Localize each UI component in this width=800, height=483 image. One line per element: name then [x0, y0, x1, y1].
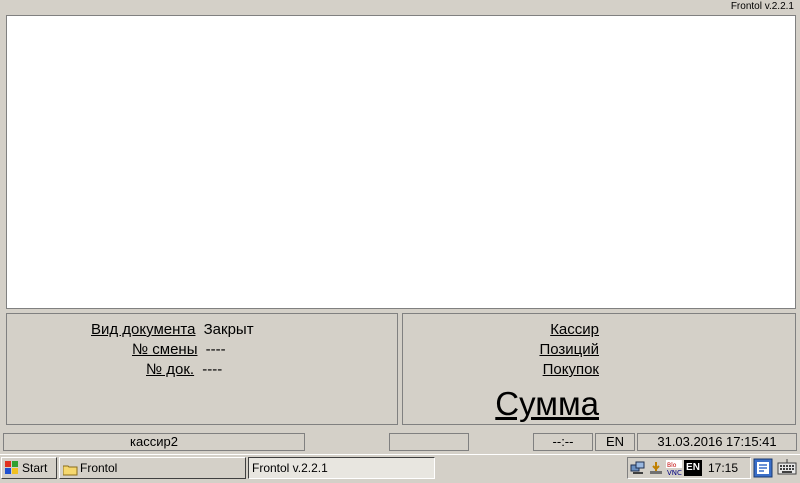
- sum-label: Сумма: [495, 385, 599, 422]
- keyboard-icon[interactable]: [777, 458, 797, 478]
- usb-icon[interactable]: [648, 460, 664, 476]
- taskbar: Start Frontol Frontol v.2.2.1 Blo VNC EN…: [0, 454, 800, 481]
- svg-text:VNC: VNC: [667, 469, 682, 476]
- taskbar-folder-frontol[interactable]: Frontol: [59, 457, 246, 479]
- doc-type-value: Закрыт: [203, 321, 254, 338]
- cashier-row: Кассир: [550, 321, 599, 339]
- taskbar-folder-label: Frontol: [80, 461, 118, 475]
- folder-icon: [62, 462, 78, 476]
- doc-type-row: Вид документа Закрыт: [91, 321, 254, 339]
- positions-row: Позиций: [539, 341, 599, 359]
- sum-row: Сумма: [495, 386, 599, 429]
- doc-type-label: Вид документа: [91, 321, 196, 338]
- doc-number-label: № док.: [146, 361, 195, 378]
- totals-panel: Кассир Позиций Покупок Сумма: [402, 313, 796, 425]
- system-tray: Blo VNC EN 17:15: [627, 457, 751, 479]
- status-language: EN: [595, 433, 635, 451]
- positions-label: Позиций: [539, 341, 599, 358]
- doc-number-row: № док. ----: [146, 361, 222, 379]
- taskbar-window-label: Frontol v.2.2.1: [252, 461, 328, 475]
- desktop-icon[interactable]: [753, 458, 773, 478]
- shift-label: № смены: [132, 341, 198, 358]
- status-field-empty: [389, 433, 469, 451]
- network-icon[interactable]: [630, 460, 646, 476]
- svg-text:Blo: Blo: [667, 462, 677, 469]
- purchases-label: Покупок: [542, 361, 599, 378]
- status-cashier: кассир2: [3, 433, 305, 451]
- document-info-panel: Вид документа Закрыт № смены ---- № док.…: [6, 313, 398, 425]
- shift-row: № смены ----: [132, 341, 226, 359]
- vnc-icon[interactable]: Blo VNC: [666, 460, 682, 477]
- status-time: --:--: [533, 433, 593, 451]
- doc-number-value: ----: [202, 361, 223, 378]
- app-title: Frontol v.2.2.1: [730, 1, 794, 12]
- status-datetime: 31.03.2016 17:15:41: [637, 433, 797, 451]
- cashier-label: Кассир: [550, 321, 599, 338]
- taskbar-window-frontol[interactable]: Frontol v.2.2.1: [248, 457, 435, 479]
- shift-value: ----: [205, 341, 226, 358]
- receipt-area: [6, 15, 796, 309]
- purchases-row: Покупок: [543, 361, 599, 379]
- tray-language-indicator[interactable]: EN: [684, 460, 702, 476]
- start-button[interactable]: Start: [1, 457, 57, 479]
- tray-clock[interactable]: 17:15: [708, 458, 738, 478]
- windows-logo-icon: [5, 461, 19, 475]
- start-label: Start: [22, 461, 48, 475]
